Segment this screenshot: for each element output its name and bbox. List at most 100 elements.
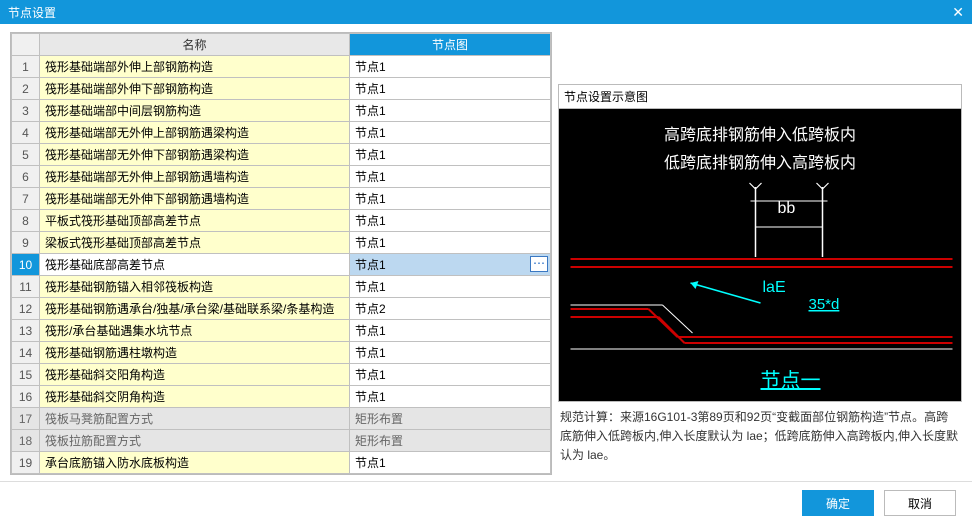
header-node: 节点图 [350,34,551,56]
table-row[interactable]: 1筏形基础端部外伸上部钢筋构造节点1 [12,56,551,78]
diagram-canvas: 高跨底排钢筋伸入低跨板内 低跨底排钢筋伸入高跨板内 bb [559,109,961,401]
row-name: 筏形基础端部无外伸上部钢筋遇梁构造 [40,122,350,144]
table-row[interactable]: 15筏形基础斜交阳角构造节点1 [12,364,551,386]
ellipsis-button[interactable]: ⋯ [530,256,548,272]
window-title: 节点设置 [8,4,56,21]
row-num: 4 [12,122,40,144]
bb-label: bb [778,200,796,217]
row-node[interactable]: 节点1 [350,188,551,210]
row-num: 13 [12,320,40,342]
lae-label: laE [763,279,786,296]
table-row[interactable]: 13筏形/承台基础遇集水坑节点节点1 [12,320,551,342]
table-row[interactable]: 16筏形基础斜交阴角构造节点1 [12,386,551,408]
row-name: 筏形基础端部无外伸下部钢筋遇墙构造 [40,188,350,210]
row-node[interactable]: 节点1 [350,166,551,188]
table-row[interactable]: 18筏板拉筋配置方式矩形布置 [12,430,551,452]
node-label: 节点一 [761,369,821,392]
row-num: 18 [12,430,40,452]
row-num: 16 [12,386,40,408]
row-num: 1 [12,56,40,78]
settings-table: 名称 节点图 1筏形基础端部外伸上部钢筋构造节点12筏形基础端部外伸下部钢筋构造… [11,33,551,474]
header-rownum [12,34,40,56]
row-node[interactable]: 节点1 [350,210,551,232]
row-name: 承台底筋锚入防水底板构造 [40,452,350,474]
row-num: 8 [12,210,40,232]
row-node[interactable]: 节点1 [350,100,551,122]
row-num: 5 [12,144,40,166]
table-row[interactable]: 14筏形基础钢筋遇柱墩构造节点1 [12,342,551,364]
row-node[interactable]: 节点1⋯ [350,254,551,276]
row-name: 筏板拉筋配置方式 [40,430,350,452]
row-name: 梁板式筏形基础顶部高差节点 [40,232,350,254]
row-name: 筏形基础端部外伸下部钢筋构造 [40,78,350,100]
close-icon[interactable]: ✕ [952,4,964,21]
row-name: 筏形基础钢筋遇承台/独基/承台梁/基础联系梁/条基构造 [40,298,350,320]
row-node[interactable]: 矩形布置 [350,408,551,430]
description-text: 规范计算：来源16G101-3第89页和92页“变截面部位钢筋构造”节点。高跨底… [558,402,962,472]
row-num: 17 [12,408,40,430]
row-node[interactable]: 节点1 [350,144,551,166]
table-row[interactable]: 3筏形基础端部中间层钢筋构造节点1 [12,100,551,122]
d35-label: 35*d [809,296,840,313]
row-name: 筏形/承台基础遇集水坑节点 [40,320,350,342]
titlebar: 节点设置 ✕ [0,0,972,24]
row-name: 平板式筏形基础顶部高差节点 [40,210,350,232]
row-name: 筏形基础端部无外伸下部钢筋遇梁构造 [40,144,350,166]
table-row[interactable]: 5筏形基础端部无外伸下部钢筋遇梁构造节点1 [12,144,551,166]
row-name: 筏形基础钢筋遇柱墩构造 [40,342,350,364]
ok-button[interactable]: 确定 [802,490,874,516]
row-num: 9 [12,232,40,254]
row-name: 筏板马凳筋配置方式 [40,408,350,430]
row-node[interactable]: 节点1 [350,342,551,364]
table-row[interactable]: 17筏板马凳筋配置方式矩形布置 [12,408,551,430]
row-node[interactable]: 节点1 [350,122,551,144]
table-row[interactable]: 19承台底筋锚入防水底板构造节点1 [12,452,551,474]
diagram-section-title: 节点设置示意图 [559,85,961,109]
row-node[interactable]: 节点1 [350,232,551,254]
row-num: 11 [12,276,40,298]
row-num: 12 [12,298,40,320]
row-name: 筏形基础端部外伸上部钢筋构造 [40,56,350,78]
row-name: 筏形基础斜交阴角构造 [40,386,350,408]
row-num: 2 [12,78,40,100]
row-num: 7 [12,188,40,210]
footer: 确定 取消 [0,481,972,524]
content-area: 名称 节点图 1筏形基础端部外伸上部钢筋构造节点12筏形基础端部外伸下部钢筋构造… [0,24,972,481]
row-node[interactable]: 节点1 [350,78,551,100]
row-name: 筏形基础底部高差节点 [40,254,350,276]
row-node[interactable]: 节点1 [350,320,551,342]
table-row[interactable]: 8平板式筏形基础顶部高差节点节点1 [12,210,551,232]
row-node[interactable]: 节点1 [350,452,551,474]
row-name: 筏形基础钢筋锚入相邻筏板构造 [40,276,350,298]
row-num: 19 [12,452,40,474]
table-row[interactable]: 10筏形基础底部高差节点节点1⋯ [12,254,551,276]
row-node[interactable]: 矩形布置 [350,430,551,452]
diagram-svg: bb [559,109,961,401]
row-node[interactable]: 节点1 [350,386,551,408]
row-node[interactable]: 节点2 [350,298,551,320]
header-name: 名称 [40,34,350,56]
right-panel: 节点设置示意图 高跨底排钢筋伸入低跨板内 低跨底排钢筋伸入高跨板内 [558,32,962,477]
cancel-button[interactable]: 取消 [884,490,956,516]
table-row[interactable]: 6筏形基础端部无外伸上部钢筋遇墙构造节点1 [12,166,551,188]
table-row[interactable]: 7筏形基础端部无外伸下部钢筋遇墙构造节点1 [12,188,551,210]
table-row[interactable]: 11筏形基础钢筋锚入相邻筏板构造节点1 [12,276,551,298]
row-num: 14 [12,342,40,364]
row-name: 筏形基础端部中间层钢筋构造 [40,100,350,122]
row-num: 15 [12,364,40,386]
table-row[interactable]: 2筏形基础端部外伸下部钢筋构造节点1 [12,78,551,100]
table-row[interactable]: 4筏形基础端部无外伸上部钢筋遇梁构造节点1 [12,122,551,144]
row-num: 3 [12,100,40,122]
row-name: 筏形基础斜交阳角构造 [40,364,350,386]
dialog-window: 节点设置 ✕ 名称 节点图 1筏形基础端部外伸上部钢筋构造节点12筏形基础端部外… [0,0,972,524]
row-num: 10 [12,254,40,276]
row-node[interactable]: 节点1 [350,364,551,386]
left-panel: 名称 节点图 1筏形基础端部外伸上部钢筋构造节点12筏形基础端部外伸下部钢筋构造… [10,32,552,477]
table-row[interactable]: 12筏形基础钢筋遇承台/独基/承台梁/基础联系梁/条基构造节点2 [12,298,551,320]
diagram-section: 节点设置示意图 高跨底排钢筋伸入低跨板内 低跨底排钢筋伸入高跨板内 [558,84,962,402]
row-node[interactable]: 节点1 [350,56,551,78]
row-num: 6 [12,166,40,188]
row-node[interactable]: 节点1 [350,276,551,298]
table-row[interactable]: 9梁板式筏形基础顶部高差节点节点1 [12,232,551,254]
row-name: 筏形基础端部无外伸上部钢筋遇墙构造 [40,166,350,188]
